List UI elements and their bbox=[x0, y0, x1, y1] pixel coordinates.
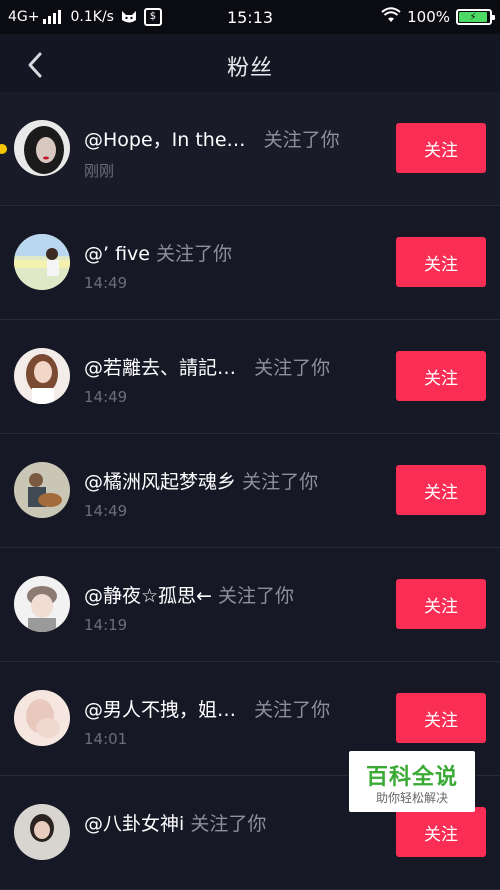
watermark-subtitle: 助你轻松解决 bbox=[375, 791, 448, 805]
follow-action-text: 关注了你 bbox=[263, 129, 340, 151]
follow-button[interactable]: 关注 bbox=[396, 351, 486, 401]
status-right: 100% ⚡ bbox=[381, 7, 495, 27]
follow-time: 刚刚 bbox=[84, 162, 115, 180]
watermark-title: 百科全说 bbox=[365, 765, 458, 790]
follow-button[interactable]: 关注 bbox=[396, 465, 486, 515]
follower-name[interactable]: @橘洲风起梦魂乡 bbox=[84, 471, 236, 493]
avatar[interactable] bbox=[14, 120, 70, 176]
avatar[interactable] bbox=[14, 576, 70, 632]
status-bar: 4G+ 0.1K/s $ 15:13 100% ⚡ bbox=[0, 0, 500, 34]
follow-action-text: 关注了你 bbox=[218, 585, 295, 607]
follow-action-text: 关注了你 bbox=[156, 243, 233, 265]
follow-action-text: 关注了你 bbox=[254, 699, 331, 721]
follower-name[interactable]: @男人不拽，姐… bbox=[84, 699, 236, 721]
avatar[interactable] bbox=[14, 348, 70, 404]
battery-percent: 100% bbox=[407, 8, 450, 26]
follow-time: 14:01 bbox=[84, 730, 128, 748]
follower-row[interactable]: @静夜☆孤思← 关注了你 14:19 关注 bbox=[0, 548, 500, 662]
follow-time: 14:49 bbox=[84, 502, 128, 520]
wifi-icon bbox=[381, 7, 401, 27]
avatar[interactable] bbox=[14, 462, 70, 518]
follower-row[interactable]: @’ five 关注了你 14:49 关注 bbox=[0, 206, 500, 320]
follow-button[interactable]: 关注 bbox=[396, 237, 486, 287]
follower-name[interactable]: @八卦女神i bbox=[84, 813, 184, 835]
follower-name[interactable]: @静夜☆孤思← bbox=[84, 585, 212, 607]
follow-button[interactable]: 关注 bbox=[396, 807, 486, 857]
watermark-logo: 百科全说 助你轻松解决 bbox=[349, 751, 475, 812]
follower-row[interactable]: @橘洲风起梦魂乡 关注了你 14:49 关注 bbox=[0, 434, 500, 548]
follower-row[interactable]: @Hope，In the… 关注了你 刚刚 关注 bbox=[0, 92, 500, 206]
follower-row[interactable]: @若離去、請記… 关注了你 14:49 关注 bbox=[0, 320, 500, 434]
follow-action-text: 关注了你 bbox=[190, 813, 267, 835]
follower-name[interactable]: @若離去、請記… bbox=[84, 357, 236, 379]
page-title: 粉丝 bbox=[226, 56, 273, 81]
follower-text: @男人不拽，姐… 关注了你 bbox=[84, 695, 330, 722]
follower-text: @’ five 关注了你 bbox=[84, 239, 232, 266]
follower-text: @Hope，In the… 关注了你 bbox=[84, 125, 340, 152]
follow-time: 14:49 bbox=[84, 274, 128, 292]
unread-indicator bbox=[0, 144, 7, 154]
follow-action-text: 关注了你 bbox=[242, 471, 319, 493]
follow-time: 14:19 bbox=[84, 616, 128, 634]
follow-button[interactable]: 关注 bbox=[396, 693, 486, 743]
avatar[interactable] bbox=[14, 690, 70, 746]
follower-name[interactable]: @’ five bbox=[84, 243, 150, 265]
battery-icon: ⚡ bbox=[456, 9, 495, 25]
follow-action-text: 关注了你 bbox=[254, 357, 331, 379]
avatar[interactable] bbox=[14, 804, 70, 860]
follower-text: @静夜☆孤思← 关注了你 bbox=[84, 581, 294, 608]
nav-header: 粉丝 bbox=[0, 34, 500, 92]
follow-button[interactable]: 关注 bbox=[396, 123, 486, 173]
follower-text: @橘洲风起梦魂乡 关注了你 bbox=[84, 467, 318, 494]
follow-button[interactable]: 关注 bbox=[396, 579, 486, 629]
follower-name[interactable]: @Hope，In the… bbox=[84, 129, 246, 151]
follower-text: @若離去、請記… 关注了你 bbox=[84, 353, 330, 380]
follower-text: @八卦女神i 关注了你 bbox=[84, 809, 266, 836]
avatar[interactable] bbox=[14, 234, 70, 290]
follow-time: 14:49 bbox=[84, 388, 128, 406]
